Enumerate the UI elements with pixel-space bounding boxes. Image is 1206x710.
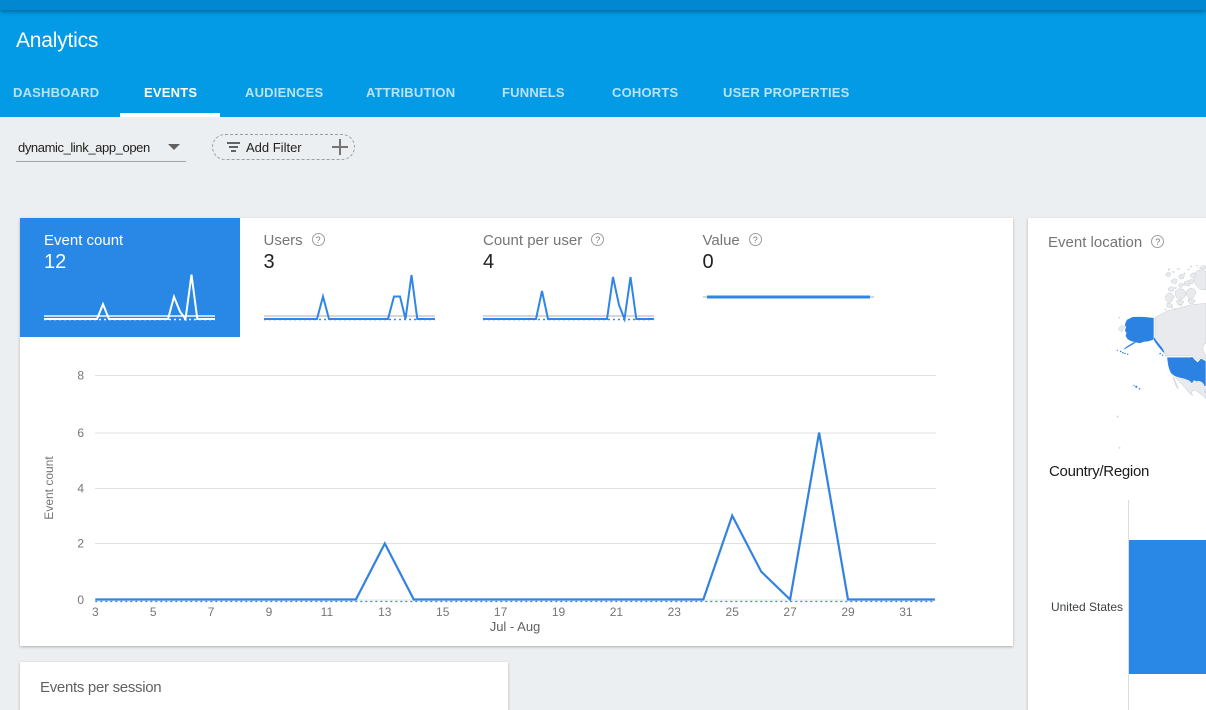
- svg-text:9: 9: [266, 605, 273, 619]
- svg-text:17: 17: [494, 605, 508, 619]
- svg-text:8: 8: [77, 369, 84, 383]
- svg-text:2: 2: [77, 537, 84, 551]
- svg-text:31: 31: [899, 605, 913, 619]
- svg-text:Jul - Aug: Jul - Aug: [490, 619, 541, 634]
- svg-text:6: 6: [77, 426, 84, 440]
- svg-text:25: 25: [726, 605, 740, 619]
- svg-text:5: 5: [150, 605, 157, 619]
- svg-text:4: 4: [77, 482, 84, 496]
- svg-text:Event count: Event count: [42, 456, 56, 520]
- svg-text:7: 7: [208, 605, 215, 619]
- svg-text:21: 21: [610, 605, 624, 619]
- svg-text:27: 27: [783, 605, 797, 619]
- svg-text:11: 11: [321, 605, 334, 619]
- svg-text:15: 15: [436, 605, 450, 619]
- svg-text:19: 19: [552, 605, 566, 619]
- svg-text:29: 29: [841, 605, 855, 619]
- svg-text:13: 13: [378, 605, 392, 619]
- svg-text:0: 0: [77, 593, 84, 607]
- svg-text:23: 23: [668, 605, 682, 619]
- svg-text:3: 3: [92, 605, 99, 619]
